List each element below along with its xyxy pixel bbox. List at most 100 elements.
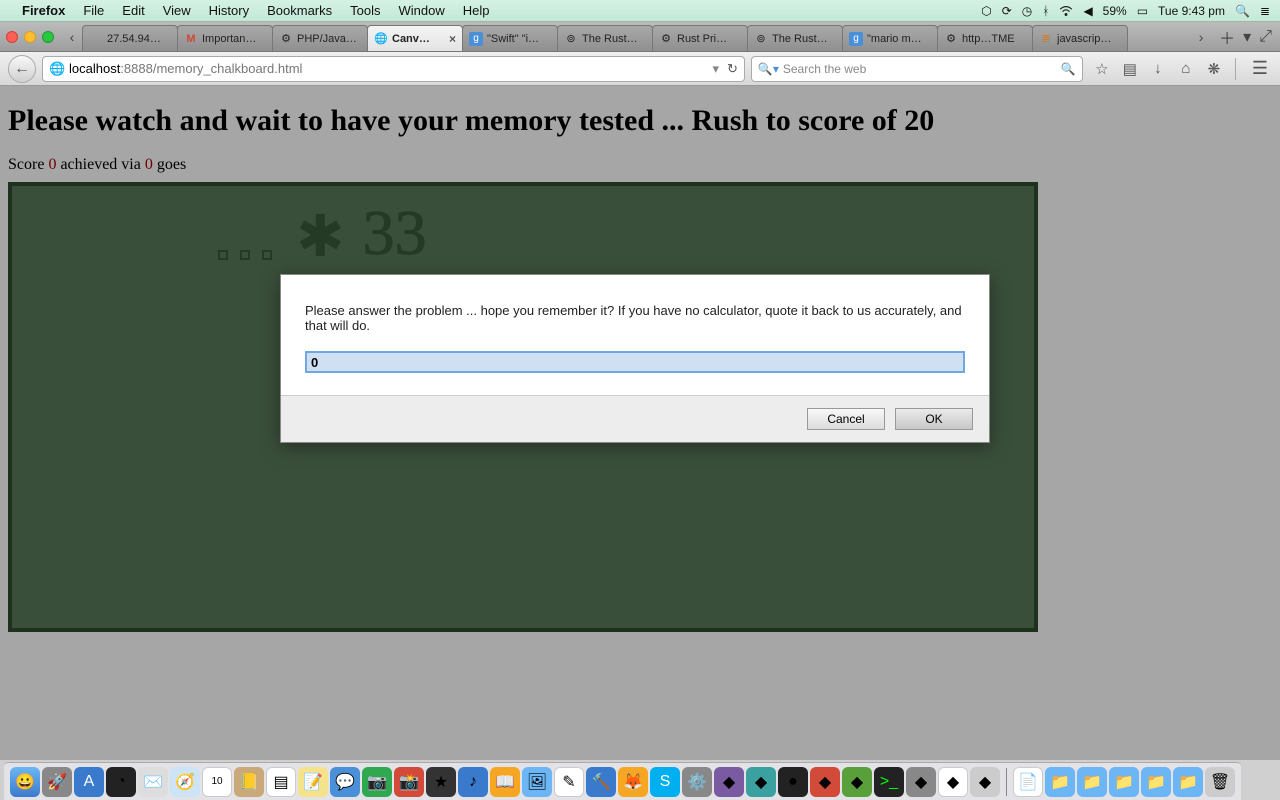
finder-icon[interactable]: 😀 (10, 767, 40, 797)
tab-9[interactable]: ⚙http…TME (937, 25, 1033, 51)
menu-file[interactable]: File (83, 3, 104, 18)
timemachine-icon[interactable]: ◷ (1022, 4, 1032, 18)
addon-icon[interactable]: ❋ (1205, 60, 1223, 78)
folder-icon[interactable]: 📁 (1077, 767, 1107, 797)
hamburger-menu-button[interactable]: ☰ (1248, 58, 1272, 79)
tab-10[interactable]: ≣javascrip… (1032, 25, 1128, 51)
tab-7[interactable]: ⊚The Rust… (747, 25, 843, 51)
tab-3-active[interactable]: 🌐Canv…× (367, 25, 463, 51)
app-store-icon[interactable]: A (74, 767, 104, 797)
url-port: :8888 (120, 61, 153, 76)
dropmarker-icon[interactable]: ▾ (712, 61, 719, 77)
messages-icon[interactable]: 💬 (330, 767, 360, 797)
tab-8[interactable]: g"mario m… (842, 25, 938, 51)
folder-icon[interactable]: 📁 (1109, 767, 1139, 797)
photobooth-icon[interactable]: 📸 (394, 767, 424, 797)
preview-icon[interactable]: 🖼 (522, 767, 552, 797)
folder-icon[interactable]: 📁 (1045, 767, 1075, 797)
dashboard-icon[interactable]: ◔ (106, 767, 136, 797)
home-icon[interactable]: ⌂ (1177, 60, 1195, 78)
sync-icon[interactable]: ⟳ (1002, 4, 1012, 18)
appicon[interactable]: ◆ (938, 767, 968, 797)
imovie-icon[interactable]: ★ (426, 767, 456, 797)
appicon[interactable]: ● (778, 767, 808, 797)
appicon[interactable]: ◆ (970, 767, 1000, 797)
reading-list-icon[interactable]: ▤ (1121, 60, 1139, 78)
tab-5[interactable]: ⊚The Rust… (557, 25, 653, 51)
fullscreen-button[interactable]: ⤢ (1259, 28, 1272, 46)
wifi-icon[interactable] (1059, 4, 1073, 18)
close-tab-icon[interactable]: × (449, 32, 456, 46)
ibooks-icon[interactable]: 📖 (490, 767, 520, 797)
search-go-icon[interactable]: 🔍 (1061, 62, 1076, 76)
volume-icon[interactable]: ◀ (1083, 4, 1092, 18)
spotlight-icon[interactable]: 🔍 (1235, 4, 1250, 18)
textedit-icon[interactable]: ✎ (554, 767, 584, 797)
folder-icon[interactable]: 📁 (1173, 767, 1203, 797)
back-button[interactable]: ← (8, 55, 36, 83)
menu-help[interactable]: Help (463, 3, 490, 18)
xcode-icon[interactable]: 🔨 (586, 767, 616, 797)
appicon[interactable]: ◆ (810, 767, 840, 797)
new-tab-button[interactable]: ＋ (1219, 25, 1235, 49)
search-engine-icon[interactable]: 🔍▾ (758, 62, 779, 76)
safari-icon[interactable]: 🧭 (170, 767, 200, 797)
tab-overflow-right-button[interactable]: › (1191, 27, 1211, 47)
notifications-icon[interactable]: ≣ (1260, 4, 1270, 18)
menu-window[interactable]: Window (399, 3, 445, 18)
mail-icon[interactable]: ✉️ (138, 767, 168, 797)
url-bar[interactable]: 🌐 localhost:8888/memory_chalkboard.html … (42, 56, 745, 82)
menu-view[interactable]: View (163, 3, 191, 18)
launchpad-icon[interactable]: 🚀 (42, 767, 72, 797)
reminders-icon[interactable]: ▤ (266, 767, 296, 797)
clock[interactable]: Tue 9:43 pm (1158, 4, 1225, 18)
search-bar[interactable]: 🔍▾ Search the web 🔍 (751, 56, 1083, 82)
folder-icon[interactable]: 📁 (1141, 767, 1171, 797)
ok-button[interactable]: OK (895, 408, 973, 430)
js-prompt-dialog: Please answer the problem ... hope you r… (280, 274, 990, 443)
close-window-button[interactable] (6, 31, 18, 43)
calendar-icon[interactable]: 10 (202, 767, 232, 797)
appicon[interactable]: ◆ (842, 767, 872, 797)
tab-6[interactable]: ⚙Rust Pri… (652, 25, 748, 51)
notes-icon[interactable]: 📝 (298, 767, 328, 797)
menu-edit[interactable]: Edit (122, 3, 144, 18)
reload-button[interactable]: ↻ (727, 61, 738, 77)
battery-icon[interactable]: ▭ (1137, 4, 1148, 18)
downloads-icon[interactable]: ↓ (1149, 60, 1167, 78)
toolbar-separator (1235, 58, 1236, 80)
trash-icon[interactable]: 🗑 (1205, 767, 1235, 797)
skype-icon[interactable]: S (650, 767, 680, 797)
facetime-icon[interactable]: 📷 (362, 767, 392, 797)
tab-1[interactable]: MImportan… (177, 25, 273, 51)
firefox-icon[interactable]: 🦊 (618, 767, 648, 797)
menu-tools[interactable]: Tools (350, 3, 380, 18)
appicon[interactable]: ◆ (906, 767, 936, 797)
tab-0[interactable]: 27.54.94… (82, 25, 178, 51)
menu-history[interactable]: History (209, 3, 249, 18)
site-identity-icon[interactable]: 🌐 (49, 61, 65, 77)
app-menu[interactable]: Firefox (22, 3, 65, 18)
cancel-button[interactable]: Cancel (807, 408, 885, 430)
google-icon: g (849, 32, 863, 46)
downloads-stack-icon[interactable]: 📄 (1013, 767, 1043, 797)
tab-overflow-left-button[interactable]: ‹ (62, 27, 82, 47)
appicon[interactable]: ◆ (714, 767, 744, 797)
tab-2[interactable]: ⚙PHP/Java… (272, 25, 368, 51)
zoom-window-button[interactable] (42, 31, 54, 43)
itunes-icon[interactable]: ♪ (458, 767, 488, 797)
menu-bookmarks[interactable]: Bookmarks (267, 3, 332, 18)
prompt-input[interactable] (305, 351, 965, 373)
dropbox-icon[interactable]: ⬡ (981, 4, 991, 18)
system-preferences-icon[interactable]: ⚙️ (682, 767, 712, 797)
terminal-icon[interactable]: >_ (874, 767, 904, 797)
battery-percent: 59% (1103, 4, 1127, 18)
contacts-icon[interactable]: 📒 (234, 767, 264, 797)
minimize-window-button[interactable] (24, 31, 36, 43)
tab-4[interactable]: g"Swift" "i… (462, 25, 558, 51)
window-controls (6, 31, 54, 43)
appicon[interactable]: ◆ (746, 767, 776, 797)
bluetooth-icon[interactable]: ᚼ (1042, 4, 1049, 18)
bookmark-star-icon[interactable]: ☆ (1093, 60, 1111, 78)
all-tabs-button[interactable]: ▾ (1243, 27, 1251, 47)
